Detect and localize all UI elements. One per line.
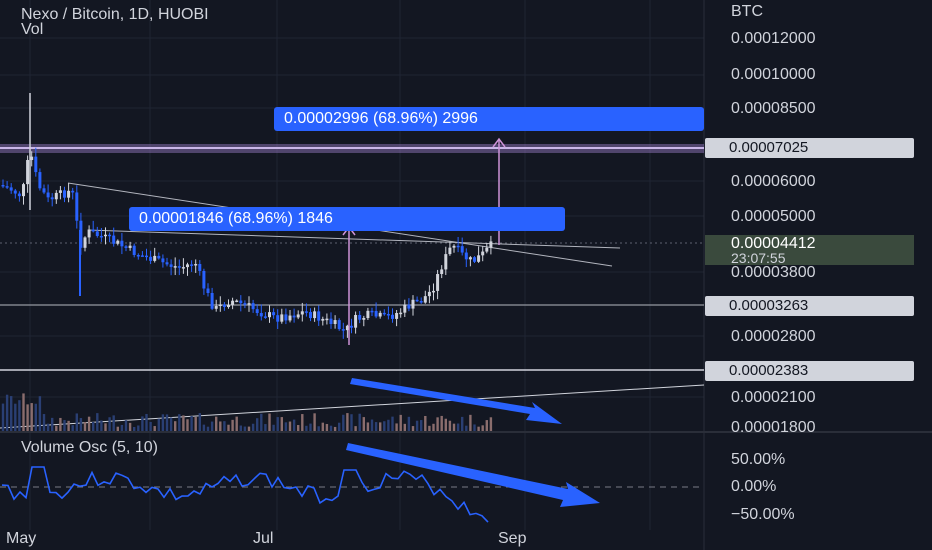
price-tick: 0.00001800	[731, 419, 816, 436]
level-label-support: 0.00003263	[705, 296, 914, 316]
osc-line	[1, 466, 489, 523]
price-axis-currency: BTC	[731, 3, 763, 20]
measure-arrow-1	[342, 225, 356, 345]
volume-bars	[1, 393, 493, 431]
price-tick: 0.00005000	[731, 208, 816, 225]
measure-label-2: 0.00002996 (68.96%) 2996	[274, 107, 704, 131]
time-label: Jul	[253, 530, 274, 547]
level-label-resistance: 0.00007025	[705, 138, 914, 158]
level-label-low: 0.00002383	[705, 361, 914, 381]
chart-title: Nexo / Bitcoin, 1D, HUOBI	[21, 6, 209, 23]
price-tick: 0.00010000	[731, 66, 816, 83]
price-tick: 0.00008500	[731, 100, 816, 117]
annotation-arrow-oscillator	[346, 443, 600, 507]
price-tick: 0.00012000	[731, 30, 816, 47]
price-tick: 0.00002800	[731, 328, 816, 345]
osc-tick: −50.00%	[731, 506, 795, 523]
osc-tick: 50.00%	[731, 451, 786, 468]
osc-tick: 0.00%	[731, 478, 777, 495]
price-tick: 0.00003800	[731, 264, 816, 281]
time-label: Sep	[498, 530, 527, 547]
osc-label: Volume Osc (5, 10)	[21, 439, 158, 456]
measure-label-1: 0.00001846 (68.96%) 1846	[129, 207, 565, 231]
time-axis	[0, 528, 704, 550]
volume-label: Vol	[21, 21, 44, 38]
time-label: May	[6, 530, 37, 547]
chart-area[interactable]: Nexo / Bitcoin, 1D, HUOBI Vol BTC 0.0001…	[0, 0, 932, 550]
price-tick: 0.00002100	[731, 389, 816, 406]
price-tick: 0.00006000	[731, 173, 816, 190]
annotation-arrow-volume	[350, 378, 562, 424]
candle-countdown: 23:07:55	[731, 250, 786, 266]
